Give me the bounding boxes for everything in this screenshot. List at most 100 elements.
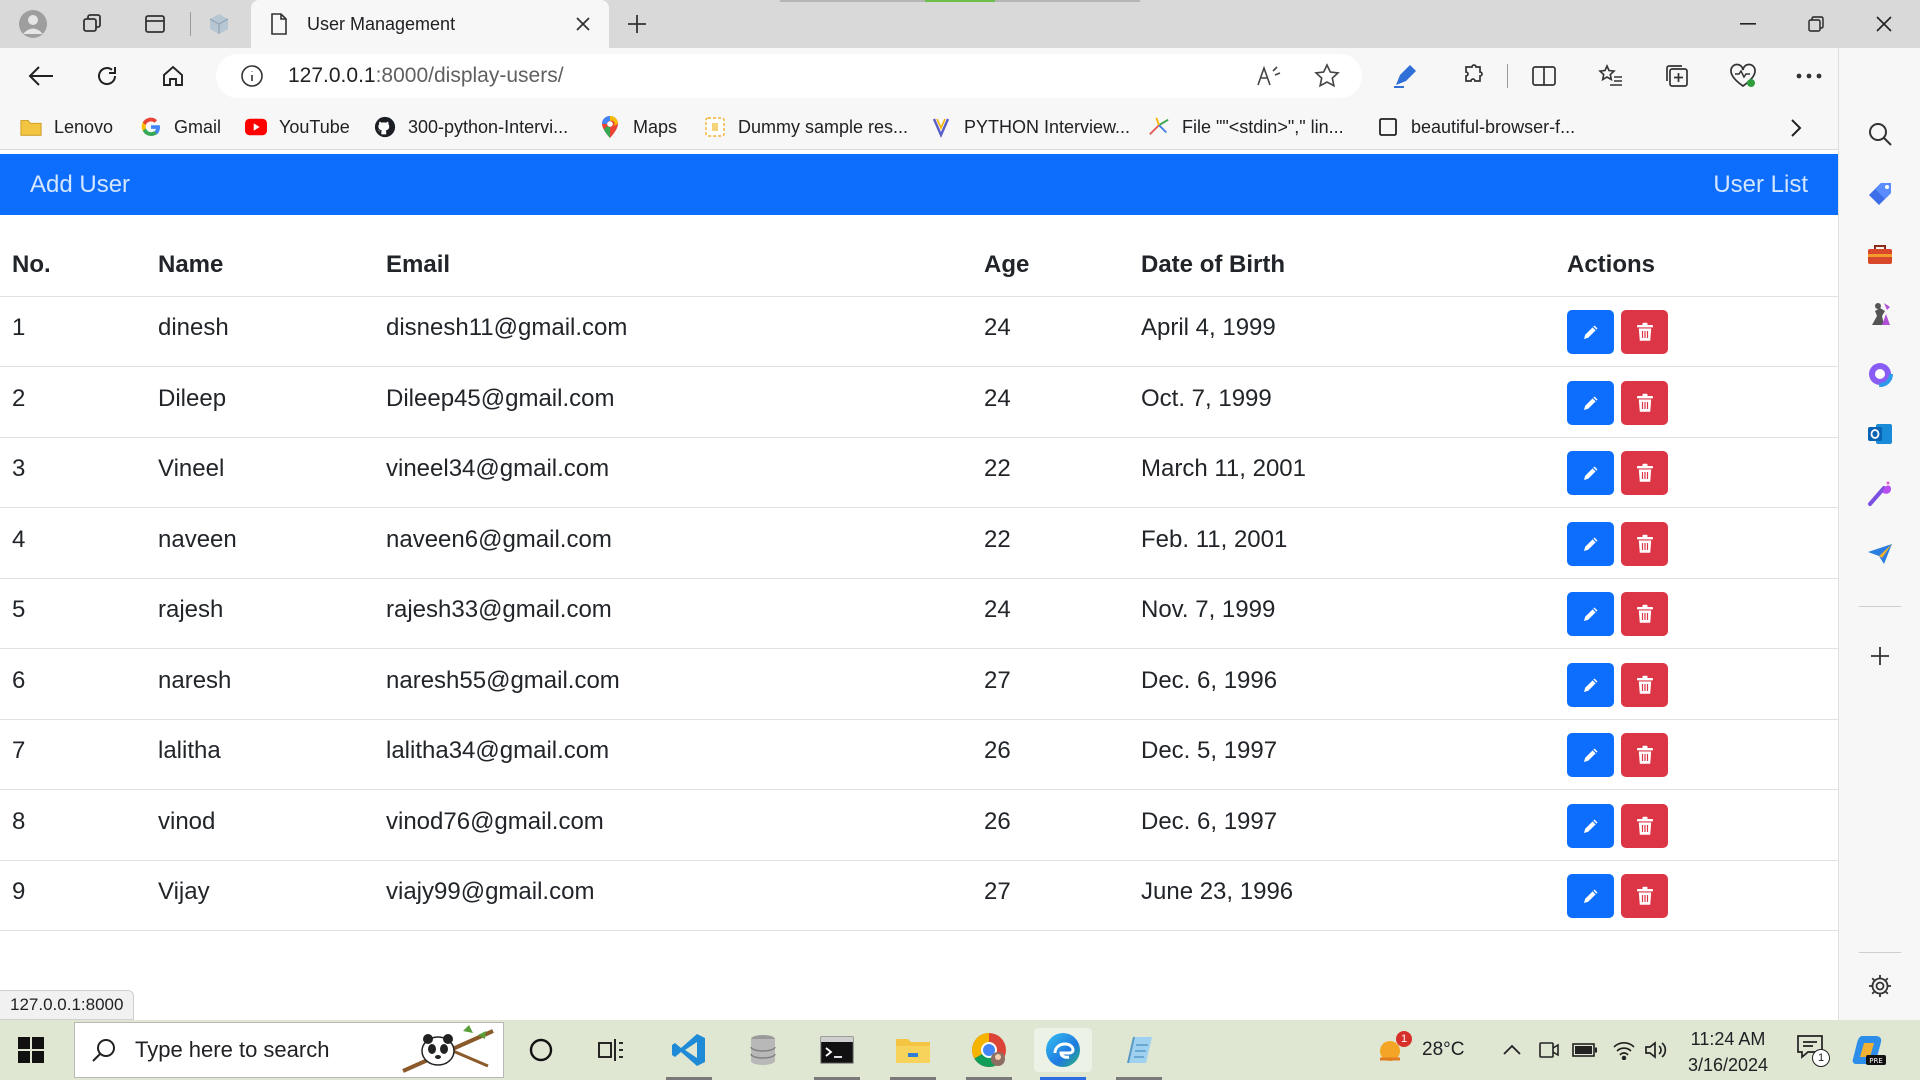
bookmark-beautiful-browser[interactable]: beautiful-browser-f...	[1377, 114, 1575, 140]
browser-essentials-icon[interactable]	[1726, 60, 1760, 92]
vertical-tabs-icon[interactable]	[138, 7, 172, 41]
collections-icon[interactable]	[1660, 60, 1694, 92]
trash-icon	[1636, 463, 1654, 483]
split-screen-icon[interactable]	[1527, 60, 1561, 92]
home-icon[interactable]	[154, 58, 192, 94]
gear-icon[interactable]	[1862, 968, 1898, 1004]
notifications-icon[interactable]: 1	[1796, 1020, 1830, 1080]
edit-button[interactable]	[1567, 803, 1614, 848]
toolbox-icon[interactable]	[1862, 236, 1898, 272]
favorite-star-icon[interactable]	[1312, 62, 1342, 90]
workspaces-icon[interactable]	[76, 7, 110, 41]
edit-button[interactable]	[1567, 733, 1614, 778]
microsoft-365-icon[interactable]	[1862, 356, 1898, 392]
pen-extension-icon[interactable]	[1388, 60, 1422, 92]
windows-start-icon[interactable]	[14, 1033, 48, 1067]
bookmark-file-stdin[interactable]: File ""<stdin>"," lin...	[1148, 114, 1344, 140]
bookmark-gmail[interactable]: Gmail	[140, 114, 221, 140]
send-paper-plane-icon[interactable]	[1862, 536, 1898, 572]
delete-button[interactable]	[1621, 592, 1668, 637]
pencil-icon	[1581, 675, 1601, 695]
outlook-icon[interactable]	[1862, 416, 1898, 452]
add-plus-icon[interactable]	[1862, 638, 1898, 674]
edit-button[interactable]	[1567, 662, 1614, 707]
bookmark-python-interview[interactable]: PYTHON Interview...	[930, 114, 1130, 140]
sidebar-divider-bottom	[1859, 952, 1901, 953]
volume-icon[interactable]	[1644, 1020, 1668, 1080]
close-window-icon[interactable]	[1852, 0, 1916, 48]
vscode-icon[interactable]	[660, 1028, 718, 1080]
widgets-icon[interactable]	[582, 1028, 640, 1072]
tab-user-management[interactable]: User Management	[251, 0, 609, 48]
user-list-link[interactable]: User List	[1713, 171, 1808, 199]
tag-icon[interactable]	[1862, 176, 1898, 212]
taskbar-clock[interactable]: 11:24 AM 3/16/2024	[1670, 1026, 1786, 1078]
edit-button[interactable]	[1567, 874, 1614, 919]
file-explorer-icon[interactable]	[884, 1028, 942, 1080]
edit-button[interactable]	[1567, 380, 1614, 425]
read-aloud-icon[interactable]	[1254, 62, 1284, 90]
weather-sun-icon: 1	[1376, 1031, 1412, 1067]
delete-button[interactable]	[1621, 874, 1668, 919]
delete-button[interactable]	[1621, 733, 1668, 778]
address-bar[interactable]: 127.0.0.1:8000/display-users/	[216, 54, 1362, 98]
designer-wand-icon[interactable]	[1862, 476, 1898, 512]
edit-button[interactable]	[1567, 451, 1614, 496]
edit-button[interactable]	[1567, 521, 1614, 566]
document-icon	[704, 116, 726, 138]
trash-icon	[1636, 816, 1654, 836]
bookmark-maps[interactable]: Maps	[599, 114, 677, 140]
browser-title-bar: User Management	[0, 0, 1920, 48]
wifi-icon[interactable]	[1612, 1020, 1636, 1080]
chrome-icon[interactable]	[960, 1028, 1018, 1080]
meet-now-camera-icon[interactable]	[1538, 1020, 1560, 1080]
copilot-preview-icon[interactable]: PRE	[1852, 1020, 1886, 1080]
minimize-icon[interactable]	[1716, 0, 1780, 48]
show-hidden-icons-chevron-icon[interactable]	[1502, 1020, 1522, 1080]
clock-time: 11:24 AM	[1690, 1029, 1766, 1049]
chevron-right-icon[interactable]	[1782, 114, 1810, 142]
task-view-circle-icon[interactable]	[512, 1028, 570, 1072]
delete-button[interactable]	[1621, 380, 1668, 425]
delete-button[interactable]	[1621, 451, 1668, 496]
bookmark-lenovo[interactable]: Lenovo	[20, 114, 113, 140]
edit-button[interactable]	[1567, 310, 1614, 355]
row-actions	[1567, 310, 1668, 355]
restore-icon[interactable]	[1784, 0, 1848, 48]
settings-more-icon[interactable]	[1792, 60, 1826, 92]
favorites-list-icon[interactable]	[1594, 60, 1628, 92]
close-tab-icon[interactable]	[571, 12, 595, 36]
add-user-link[interactable]: Add User	[30, 171, 130, 199]
profile-avatar-icon[interactable]	[16, 7, 50, 41]
delete-button[interactable]	[1621, 521, 1668, 566]
games-chess-icon[interactable]	[1862, 296, 1898, 332]
edge-icon[interactable]	[1034, 1028, 1092, 1080]
delete-button[interactable]	[1621, 662, 1668, 707]
back-arrow-icon[interactable]	[22, 58, 60, 94]
extensions-icon[interactable]	[1455, 60, 1489, 92]
header-name: Name	[146, 235, 374, 297]
bookmark-youtube[interactable]: YouTube	[245, 114, 350, 140]
taskbar-search-box[interactable]: Type here to search	[74, 1022, 504, 1078]
weather-badge: 1	[1396, 1031, 1412, 1047]
notepad-icon[interactable]	[1110, 1028, 1168, 1080]
database-icon[interactable]	[734, 1028, 792, 1072]
terminal-icon[interactable]	[808, 1028, 866, 1080]
bookmark-dummy-sample[interactable]: Dummy sample res...	[704, 114, 908, 140]
delete-button[interactable]	[1621, 803, 1668, 848]
edit-button[interactable]	[1567, 592, 1614, 637]
header-actions: Actions	[1555, 235, 1838, 297]
site-info-icon[interactable]	[240, 64, 264, 93]
search-icon[interactable]	[1862, 116, 1898, 152]
bookmark-300-python[interactable]: 300-python-Intervi...	[374, 114, 568, 140]
weather-widget[interactable]: 1 28°C	[1376, 1020, 1464, 1080]
row-age: 24	[984, 314, 1011, 342]
row-actions	[1567, 592, 1668, 637]
delete-button[interactable]	[1621, 310, 1668, 355]
row-number: 1	[12, 314, 26, 342]
cube-tab-icon[interactable]	[202, 7, 236, 41]
row-name: naresh	[158, 666, 232, 694]
new-tab-icon[interactable]	[620, 7, 654, 41]
refresh-icon[interactable]	[88, 58, 126, 94]
battery-icon[interactable]	[1572, 1020, 1598, 1080]
